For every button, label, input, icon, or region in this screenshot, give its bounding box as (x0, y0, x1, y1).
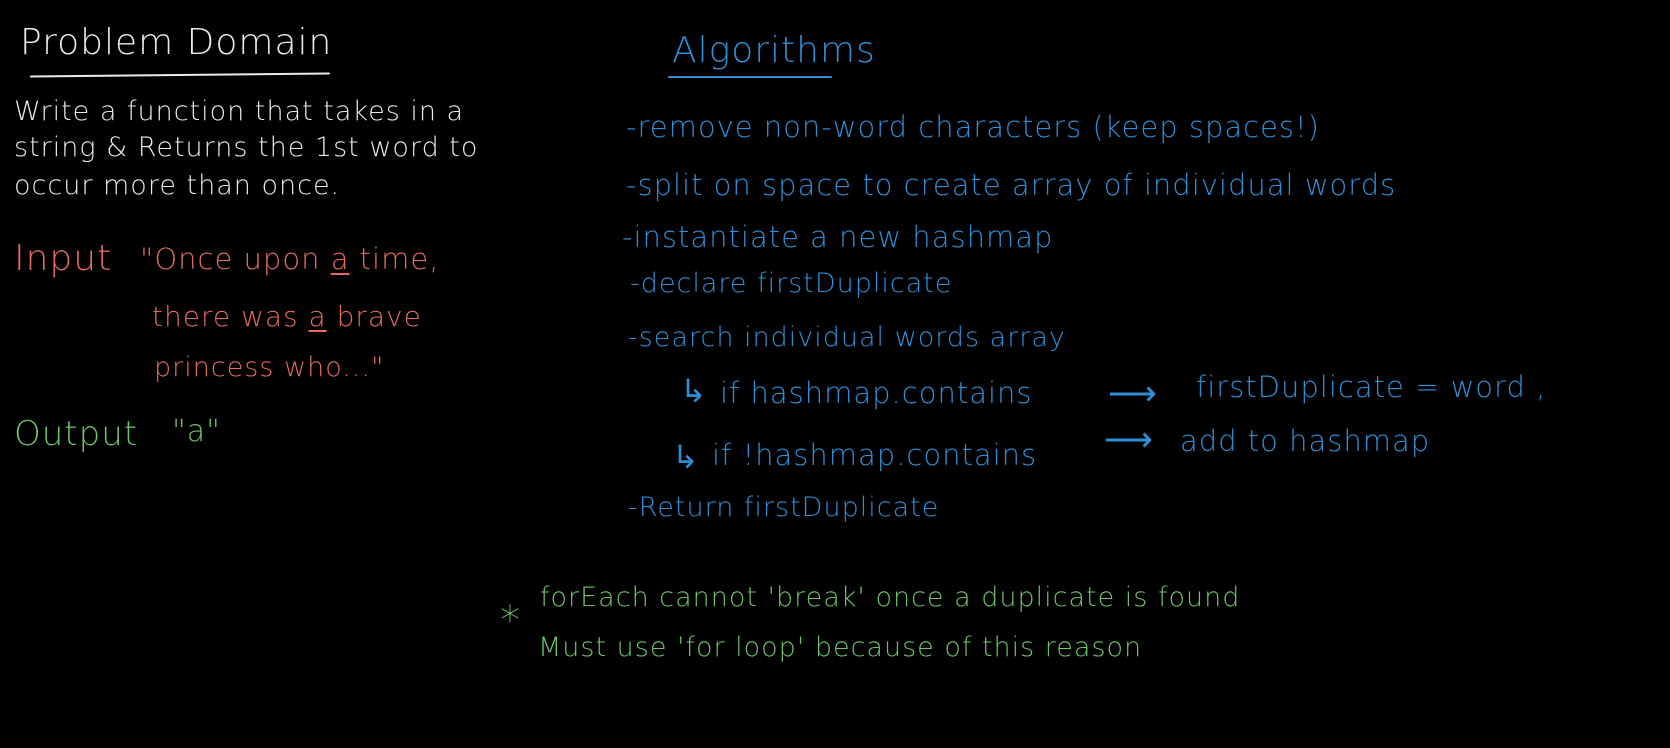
input-line-3: princess who..." (154, 352, 385, 383)
note-line-1: forEach cannot 'break' once a duplicate … (540, 582, 1241, 613)
algorithm-title-underline (668, 76, 832, 78)
sub-step-2-result: add to hashmap (1180, 424, 1431, 458)
algorithm-step-3: -instantiate a new hashmap (622, 220, 1054, 254)
algorithm-final-step: -Return firstDuplicate (628, 492, 940, 523)
sub-step-2-hook-arrow-icon: ↳ (672, 438, 699, 476)
algorithm-step-2: -split on space to create array of indiv… (626, 168, 1397, 202)
note-line-2: Must use 'for loop' because of this reas… (538, 632, 1143, 663)
sub-step-1-result: firstDuplicate = word , (1196, 370, 1547, 404)
problem-description-line-3: occur more than once. (14, 170, 341, 201)
output-label: Output (14, 414, 139, 454)
input-label: Input (14, 238, 113, 279)
whiteboard-canvas: Problem Domain Write a function that tak… (0, 0, 1670, 748)
problem-description-line-1: Write a function that takes in a (14, 96, 465, 127)
input-line-1-post: time, (349, 242, 440, 276)
input-line-1: "Once upon a time, (140, 242, 439, 276)
input-line-1-pre: "Once upon (140, 242, 331, 276)
algorithm-step-1: -remove non-word characters (keep spaces… (626, 110, 1320, 144)
input-line-2: there was a brave (152, 300, 422, 333)
input-line-2-post: brave (326, 300, 422, 333)
output-value: "a" (172, 414, 221, 449)
input-line-2-pre: there was (152, 300, 309, 333)
sub-step-1-right-arrow-icon: ⟶ (1108, 374, 1157, 414)
problem-title-underline (29, 72, 331, 78)
algorithm-title: Algorithms (672, 30, 876, 71)
input-line-1-underlined-a: a (330, 242, 350, 276)
algorithm-step-5: -search individual words array (628, 322, 1066, 353)
input-line-2-underlined-a: a (308, 300, 327, 333)
sub-step-2-right-arrow-icon: ⟶ (1104, 420, 1153, 460)
problem-title: Problem Domain (20, 22, 333, 63)
note-star-icon: * (500, 598, 521, 644)
algorithm-step-4: -declare firstDuplicate (630, 268, 953, 299)
sub-step-1-hook-arrow-icon: ↳ (680, 372, 707, 410)
sub-step-1-condition: if hashmap.contains (720, 376, 1033, 410)
sub-step-2-condition: if !hashmap.contains (712, 438, 1038, 472)
problem-description-line-2: string & Returns the 1st word to (14, 132, 479, 163)
